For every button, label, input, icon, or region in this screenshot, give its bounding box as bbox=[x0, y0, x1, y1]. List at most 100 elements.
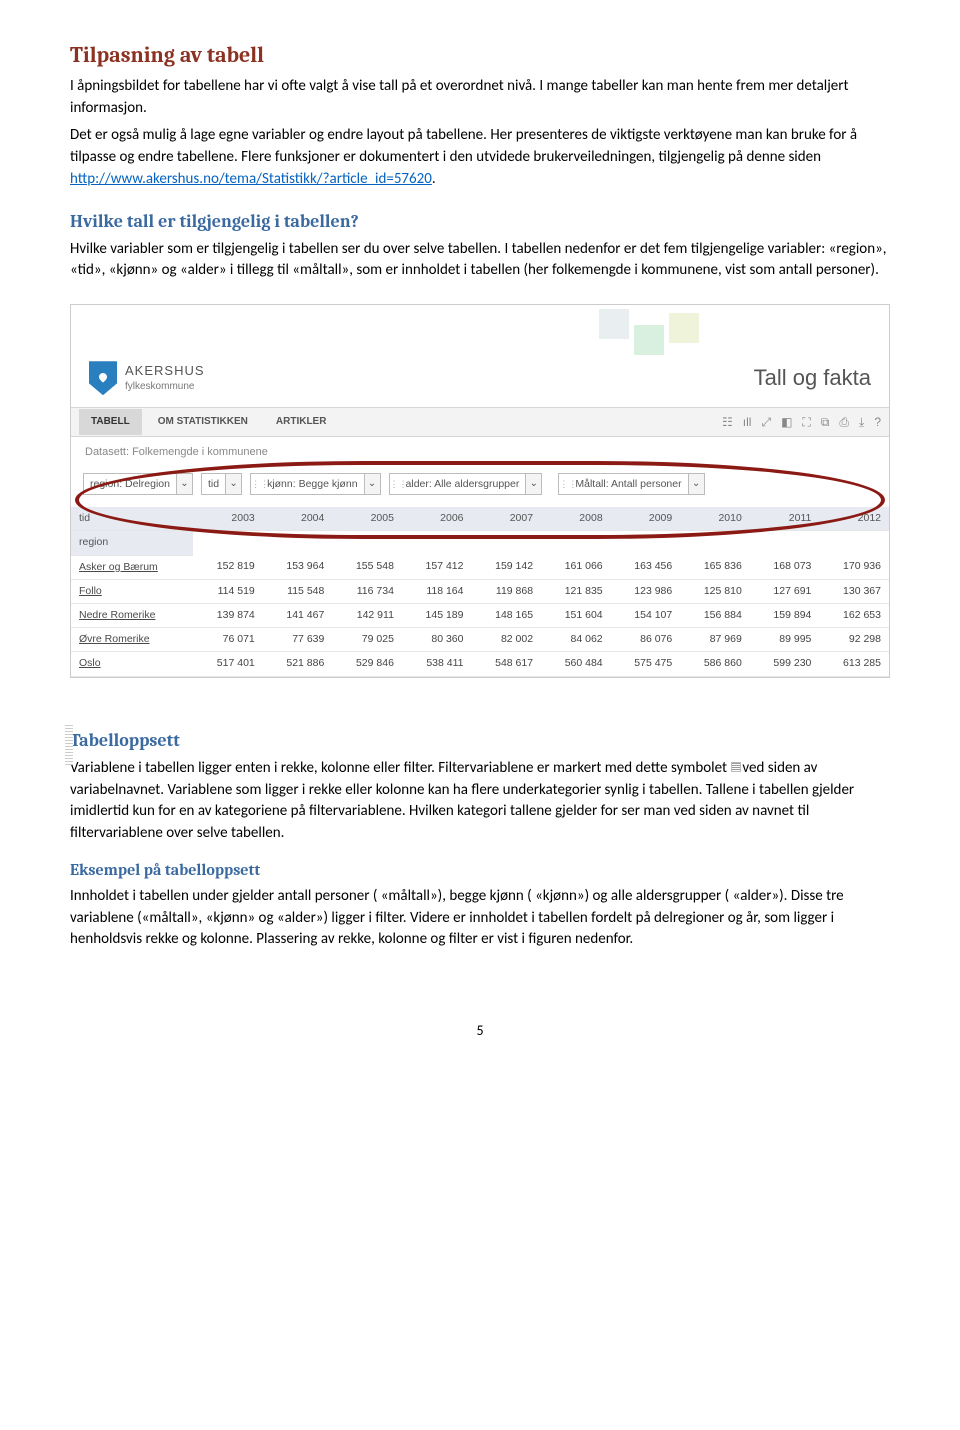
filter-handle-icon: ⋮⋮ bbox=[251, 478, 261, 491]
year-col: 2003 bbox=[193, 507, 263, 531]
h3-eksempel: Eksempel på tabelloppsett bbox=[70, 859, 890, 882]
chevron-down-icon[interactable] bbox=[688, 474, 704, 494]
year-col: 2008 bbox=[541, 507, 611, 531]
cell: 125 810 bbox=[680, 579, 750, 603]
region-name[interactable]: Nedre Romerike bbox=[71, 604, 193, 628]
layout-icon[interactable]: ☷ bbox=[722, 414, 733, 431]
cell: 80 360 bbox=[402, 628, 472, 652]
p4: Variablene i tabellen ligger enten i rek… bbox=[70, 758, 890, 845]
cell: 116 734 bbox=[332, 579, 402, 603]
cell: 153 964 bbox=[263, 555, 333, 579]
cell: 162 653 bbox=[819, 604, 889, 628]
cell: 157 412 bbox=[402, 555, 472, 579]
year-col: 2004 bbox=[263, 507, 333, 531]
tab-om-statistikken[interactable]: OM STATISTIKKEN bbox=[146, 409, 260, 436]
filter-handle-icon: ⋮⋮ bbox=[559, 478, 569, 491]
filter-select[interactable]: ⋮⋮alder: Alle aldersgrupper bbox=[389, 473, 543, 495]
filter-glyph-icon bbox=[731, 762, 741, 772]
chevron-down-icon[interactable] bbox=[364, 474, 380, 494]
year-col: 2012 bbox=[819, 507, 889, 531]
h1-tilpasning: Tilpasning av tabell bbox=[70, 40, 890, 72]
cell: 115 548 bbox=[263, 579, 333, 603]
region-name[interactable]: Asker og Bærum bbox=[71, 555, 193, 579]
filter-label: Måltall: Antall personer bbox=[569, 477, 687, 492]
col-header-tid: tid bbox=[71, 507, 193, 531]
cell: 538 411 bbox=[402, 652, 472, 676]
help-icon[interactable]: ? bbox=[874, 414, 881, 431]
year-col: 2011 bbox=[750, 507, 820, 531]
p5: Innholdet i tabellen under gjelder antal… bbox=[70, 886, 890, 951]
cell: 521 886 bbox=[263, 652, 333, 676]
intro-p1: I åpningsbildet for tabellene har vi oft… bbox=[70, 76, 890, 120]
cell: 121 835 bbox=[541, 579, 611, 603]
cell: 139 874 bbox=[193, 604, 263, 628]
side-grab-handle[interactable] bbox=[65, 725, 73, 765]
tab-tabell[interactable]: TABELL bbox=[79, 409, 142, 436]
p3: Hvilke variabler som er tilgjengelig i t… bbox=[70, 239, 890, 283]
fullscreen-icon[interactable]: ⛶ bbox=[802, 414, 810, 431]
cell: 77 639 bbox=[263, 628, 333, 652]
cell: 142 911 bbox=[332, 604, 402, 628]
data-table: tid2003200420052006200720082009201020112… bbox=[71, 507, 889, 677]
chart-icon[interactable]: ıll bbox=[743, 414, 752, 431]
cell: 87 969 bbox=[680, 628, 750, 652]
h2-hvilke-tall: Hvilke tall er tilgjengelig i tabellen? bbox=[70, 209, 890, 235]
download-icon[interactable]: ⤓ bbox=[859, 414, 864, 431]
cell: 517 401 bbox=[193, 652, 263, 676]
filter-row: region: Delregion tid ⋮⋮kjønn: Begge kjønn… bbox=[83, 473, 877, 495]
cell: 89 995 bbox=[750, 628, 820, 652]
filter-label: alder: Alle aldersgrupper bbox=[400, 477, 526, 492]
region-name[interactable]: Follo bbox=[71, 579, 193, 603]
table-row: Follo114 519115 548116 734118 164119 868… bbox=[71, 579, 889, 603]
h2-tabelloppsett: Tabelloppsett bbox=[70, 728, 890, 754]
expand-icon[interactable]: ⤢ bbox=[761, 414, 771, 431]
year-col: 2010 bbox=[680, 507, 750, 531]
cell: 170 936 bbox=[819, 555, 889, 579]
cell: 118 164 bbox=[402, 579, 472, 603]
table-row: Øvre Romerike76 07177 63979 02580 36082 … bbox=[71, 628, 889, 652]
row-header-region: region bbox=[71, 531, 193, 555]
cell: 599 230 bbox=[750, 652, 820, 676]
cell: 529 846 bbox=[332, 652, 402, 676]
filter-select[interactable]: region: Delregion bbox=[83, 473, 193, 495]
year-col: 2007 bbox=[472, 507, 542, 531]
toolbar-icons: ☷ ıll ⤢ ◧ ⛶ ⧉ ⎙ ⤓ ? bbox=[722, 414, 881, 431]
print-icon[interactable]: ⎙ bbox=[839, 414, 849, 431]
filter-select[interactable]: ⋮⋮Måltall: Antall personer bbox=[558, 473, 704, 495]
shield-icon bbox=[89, 361, 117, 395]
cell: 127 691 bbox=[750, 579, 820, 603]
cell: 161 066 bbox=[541, 555, 611, 579]
filter-select[interactable]: ⋮⋮kjønn: Begge kjønn bbox=[250, 473, 380, 495]
brand-name: AKERSHUS bbox=[125, 362, 205, 381]
cell: 155 548 bbox=[332, 555, 402, 579]
decorative-square bbox=[634, 325, 664, 355]
chevron-down-icon[interactable] bbox=[176, 474, 192, 494]
chevron-down-icon[interactable] bbox=[525, 474, 541, 494]
cell: 114 519 bbox=[193, 579, 263, 603]
filter-select[interactable]: tid bbox=[201, 473, 242, 495]
copy-icon[interactable]: ⧉ bbox=[821, 414, 830, 431]
guide-link[interactable]: http://www.akershus.no/tema/Statistikk/?… bbox=[70, 170, 432, 188]
cell: 79 025 bbox=[332, 628, 402, 652]
tab-artikler[interactable]: ARTIKLER bbox=[264, 409, 339, 436]
cell: 159 142 bbox=[472, 555, 542, 579]
cell: 119 868 bbox=[472, 579, 542, 603]
brand: AKERSHUS fylkeskommune bbox=[89, 361, 205, 395]
app-screenshot: AKERSHUS fylkeskommune Tall og fakta TAB… bbox=[70, 304, 890, 677]
cell: 148 165 bbox=[472, 604, 542, 628]
year-col: 2005 bbox=[332, 507, 402, 531]
cell: 84 062 bbox=[541, 628, 611, 652]
panel-icon[interactable]: ◧ bbox=[781, 414, 792, 431]
region-name[interactable]: Oslo bbox=[71, 652, 193, 676]
intro-p2: Det er også mulig å lage egne variabler … bbox=[70, 125, 890, 190]
filter-label: region: Delregion bbox=[84, 477, 176, 492]
menubar: TABELL OM STATISTIKKEN ARTIKLER ☷ ıll ⤢ … bbox=[71, 407, 889, 437]
headline: Tall og fakta bbox=[754, 362, 871, 394]
chevron-down-icon[interactable] bbox=[225, 474, 241, 494]
cell: 575 475 bbox=[611, 652, 681, 676]
region-name[interactable]: Øvre Romerike bbox=[71, 628, 193, 652]
year-col: 2006 bbox=[402, 507, 472, 531]
decorative-top-strip bbox=[71, 305, 889, 355]
decorative-square bbox=[669, 313, 699, 343]
cell: 163 456 bbox=[611, 555, 681, 579]
